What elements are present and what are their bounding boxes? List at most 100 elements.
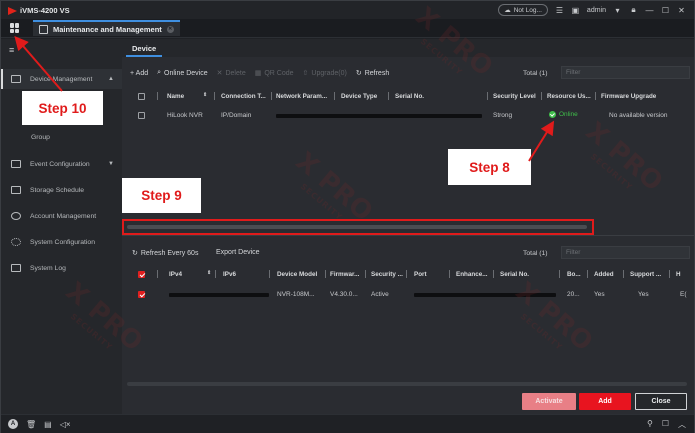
gear-icon: [11, 238, 21, 246]
sidebar-item-system-log[interactable]: System Log: [1, 258, 122, 278]
col-h[interactable]: H: [676, 271, 681, 278]
refresh-button[interactable]: ↻ Refresh: [355, 69, 389, 78]
app-window: iVMS-4200 VS ☁ Not Log... ☰ ▣ admin ▾ 🔒︎ …: [0, 0, 695, 433]
search-icon: ⌕: [157, 69, 162, 76]
step-8-callout: Step 8: [448, 149, 531, 185]
online-h: E(: [680, 291, 687, 298]
col-enhanced[interactable]: Enhance...: [456, 271, 488, 278]
col-firmware[interactable]: Firmwar...: [330, 271, 359, 278]
image-icon[interactable]: ▣: [571, 6, 580, 15]
maximize-icon[interactable]: ☐: [661, 6, 670, 15]
add-button[interactable]: Add: [579, 393, 631, 410]
col-device-model[interactable]: Device Model: [277, 271, 317, 278]
sub-tab-bar: Device: [122, 39, 694, 57]
col-name[interactable]: Name: [167, 93, 184, 100]
col-ipv6[interactable]: IPv6: [223, 271, 236, 278]
sidebar-item-label: Account Management: [30, 212, 97, 220]
device-name: HiLook NVR: [167, 112, 203, 119]
title-bar-controls: ☁ Not Log... ☰ ▣ admin ▾ 🔒︎ — ☐ ✕: [498, 4, 686, 16]
step-9-callout: Step 9: [122, 178, 201, 213]
redacted-ip: [169, 293, 269, 297]
refresh-icon: ↻: [355, 70, 362, 77]
firmware-status: No available version: [609, 112, 668, 119]
device-connection-type: IP/Domain: [221, 112, 252, 119]
status-bar: A 🗑︎ ▤ ◁× ⚲ ☐ ︿: [1, 414, 694, 433]
user-dropdown-icon[interactable]: ▾: [613, 6, 622, 15]
device-icon: [11, 75, 21, 83]
row-checkbox[interactable]: [138, 112, 145, 119]
collapse-up-icon[interactable]: ︿: [678, 419, 686, 430]
chevron-down-icon: ▼: [108, 161, 114, 167]
sidebar-item-label: System Configuration: [30, 238, 95, 246]
trash-icon[interactable]: 🗑︎: [26, 420, 36, 429]
col-network-params[interactable]: Network Param...: [276, 93, 327, 100]
sidebar-item-account-management[interactable]: Account Management: [1, 206, 122, 226]
cloud-icon: ☁: [504, 7, 511, 14]
app-title: iVMS-4200 VS: [20, 5, 70, 15]
sidebar-item-storage-schedule[interactable]: Storage Schedule: [1, 180, 122, 200]
speaker-icon[interactable]: ◁×: [60, 420, 71, 429]
add-device-button[interactable]: + Add: [130, 70, 148, 77]
sidebar-item-group[interactable]: Group: [31, 134, 50, 141]
col-ipv4[interactable]: IPv4: [169, 271, 182, 278]
scrollbar-highlight-box: [122, 219, 594, 235]
export-device-button[interactable]: Export Device: [216, 249, 260, 256]
online-label: Online: [559, 111, 578, 118]
monitor-icon[interactable]: ▤: [44, 420, 52, 429]
col-boot[interactable]: Bo...: [567, 271, 581, 278]
device-security-level: Strong: [493, 112, 513, 119]
tab-maintenance-management[interactable]: Maintenance and Management ✕: [33, 20, 180, 36]
sort-icon[interactable]: ⇕: [203, 92, 207, 98]
col-support[interactable]: Support ...: [630, 271, 661, 278]
upgrade-button[interactable]: ⇧ Upgrade(0): [302, 69, 347, 78]
tab-close-icon[interactable]: ✕: [166, 25, 174, 33]
close-button[interactable]: Close: [635, 393, 687, 410]
col-resource-usage[interactable]: Resource Us...: [547, 93, 591, 100]
sidebar-item-event-configuration[interactable]: Event Configuration ▼: [1, 154, 122, 174]
col-firmware-upgrade[interactable]: Firmware Upgrade: [601, 93, 656, 100]
col-added[interactable]: Added: [594, 271, 614, 278]
list-icon[interactable]: ☰: [555, 6, 564, 15]
online-table-scrollbar[interactable]: [127, 382, 687, 386]
online-table-row[interactable]: NVR-108M... V4.30.0... Active 20... Yes …: [134, 287, 692, 302]
col-security[interactable]: Security ...: [371, 271, 403, 278]
col-serial-no[interactable]: Serial No.: [395, 93, 424, 100]
alarm-avatar-icon[interactable]: A: [8, 419, 18, 429]
minimize-icon[interactable]: —: [645, 6, 654, 15]
col-security-level[interactable]: Security Level: [493, 93, 536, 100]
sort-icon[interactable]: ⇕: [207, 270, 211, 276]
control-panel-grid-icon[interactable]: [10, 23, 20, 33]
close-window-icon[interactable]: ✕: [677, 6, 686, 15]
online-filter-input[interactable]: Filter: [561, 246, 690, 259]
cloud-login-status[interactable]: ☁ Not Log...: [498, 4, 548, 16]
select-all-checkbox[interactable]: [138, 93, 145, 100]
pin-icon[interactable]: ⚲: [647, 419, 653, 430]
online-added: Yes: [594, 291, 605, 298]
col-device-type[interactable]: Device Type: [341, 93, 377, 100]
lock-icon[interactable]: 🔒︎: [629, 5, 638, 15]
delete-label: Delete: [225, 69, 246, 77]
online-firmware: V4.30.0...: [330, 291, 358, 298]
tab-device[interactable]: Device: [126, 41, 163, 57]
upload-icon: ⇧: [302, 70, 309, 77]
sidebar-item-device-management[interactable]: Device Management ▲: [1, 69, 122, 89]
col-connection-type[interactable]: Connection T...: [221, 93, 266, 100]
select-all-online-checkbox[interactable]: [138, 271, 145, 278]
user-name[interactable]: admin: [587, 7, 606, 14]
sidebar-item-system-configuration[interactable]: System Configuration: [1, 232, 122, 252]
online-row-checkbox[interactable]: [138, 291, 145, 298]
online-device-button[interactable]: ⌕ Online Device: [157, 69, 208, 77]
col-serial-no[interactable]: Serial No.: [500, 271, 529, 278]
chevron-up-icon: ▲: [108, 76, 114, 82]
activate-button[interactable]: Activate: [522, 393, 576, 410]
col-port[interactable]: Port: [414, 271, 427, 278]
qr-code-button[interactable]: ▦ QR Code: [255, 69, 294, 78]
delete-button[interactable]: ✕ Delete: [217, 69, 246, 78]
device-filter-input[interactable]: Filter: [561, 66, 690, 79]
refresh-every-button[interactable]: ↻ Refresh Every 60s: [132, 249, 198, 258]
window-icon[interactable]: ☐: [662, 419, 669, 430]
device-table-row[interactable]: HiLook NVR IP/Domain Strong Online No av…: [134, 108, 690, 123]
sidebar-item-label: System Log: [30, 264, 66, 272]
panel-divider[interactable]: [122, 235, 694, 236]
hamburger-menu-icon[interactable]: ≡: [9, 45, 19, 55]
